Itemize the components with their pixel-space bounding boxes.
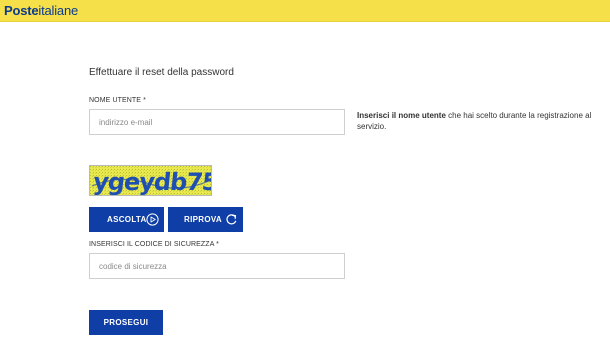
logo-light-text: italiane <box>38 3 79 18</box>
continue-button[interactable]: PROSEGUI <box>89 310 163 335</box>
captcha-graphic: ygeydb75 <box>90 166 212 196</box>
retry-button-label: RIPROVA <box>184 215 222 224</box>
username-input[interactable] <box>89 109 345 135</box>
poste-italiane-logo[interactable]: Posteitaliane <box>4 3 78 18</box>
play-circle-icon <box>146 213 159 226</box>
security-code-label: INSERISCI IL CODICE DI SICUREZZA * <box>89 241 219 248</box>
username-hint-bold: Inserisci il nome utente <box>357 111 446 120</box>
username-hint: Inserisci il nome utente che hai scelto … <box>357 110 607 132</box>
refresh-icon <box>226 214 237 225</box>
username-label: NOME UTENTE * <box>89 97 146 104</box>
retry-button[interactable]: RIPROVA <box>168 207 243 232</box>
top-bar: Posteitaliane <box>0 0 610 22</box>
captcha-text: ygeydb75 <box>92 168 212 196</box>
listen-button[interactable]: ASCOLTA <box>89 207 164 232</box>
listen-button-label: ASCOLTA <box>107 215 147 224</box>
continue-button-label: PROSEGUI <box>103 318 149 327</box>
page-title: Effettuare il reset della password <box>89 67 234 78</box>
logo-bold-text: Poste <box>4 3 39 18</box>
captcha-image: ygeydb75 <box>89 165 212 196</box>
security-code-input[interactable] <box>89 253 345 279</box>
